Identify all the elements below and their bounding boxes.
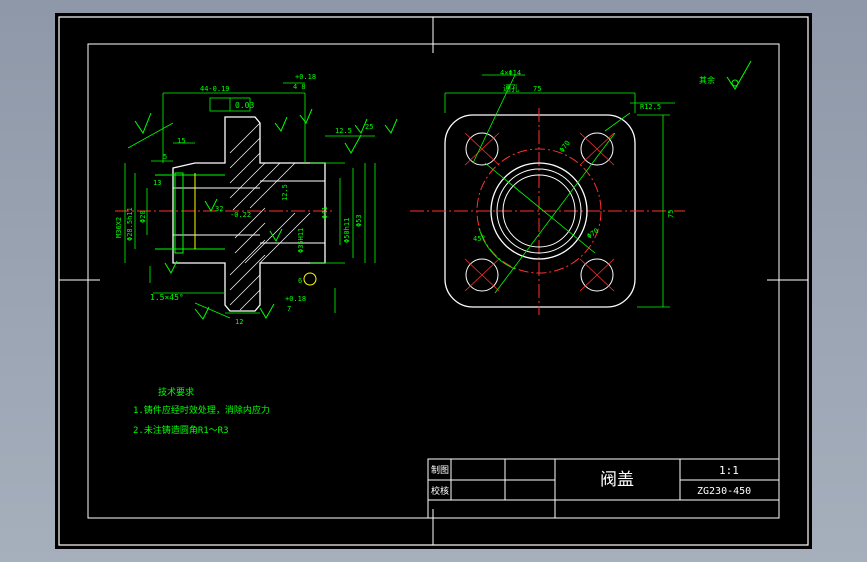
thread-relief [174, 172, 184, 254]
front-view: 4×Φ14 通孔 75 R12.5 Φ70 45° Φ70 75 其余 [410, 60, 752, 315]
dim-12-5-vert: 12.5 [281, 184, 289, 201]
tech-heading: 技术要求 [158, 386, 194, 398]
roughness-symbols [134, 108, 398, 320]
drawn-label: 制图 [431, 464, 449, 476]
dim-dia70: Φ70 [558, 139, 572, 154]
roughness-general-symbol [726, 60, 752, 90]
dim-d53: Φ53 [355, 214, 363, 227]
dim-d41: Φ41 [321, 206, 329, 219]
tech-item-1: 1.铸件应经时效处理，消除内应力 [133, 404, 270, 416]
dim-45deg: 45° [473, 235, 486, 243]
roughness-12-5: 12.5 [335, 127, 352, 135]
tech-requirements: 技术要求 1.铸件应经时效处理，消除内应力 2.未注铸造圆角R1～R3 [133, 386, 270, 436]
dim-22: -0.22 [230, 211, 251, 219]
dim-75-horizontal: 75 [533, 85, 541, 93]
dim-r12-5: R12.5 [640, 103, 661, 111]
dim-chamfer: 1.5×45° [150, 293, 184, 302]
dim-top-eight: 4 8 [293, 83, 306, 91]
section-view: 44-0.19 +0.18 4 8 0.03 12.5 25 15 5 13 M… [115, 73, 398, 326]
dim-13: 13 [153, 179, 161, 187]
flatness-value: 0.03 [235, 101, 254, 110]
dim-tol-18b: +0.18 [285, 295, 306, 303]
drawing-canvas[interactable]: 44-0.19 +0.18 4 8 0.03 12.5 25 15 5 13 M… [55, 13, 812, 549]
checked-label: 校核 [431, 485, 449, 497]
dim-5: 5 [163, 153, 167, 161]
dim-12: 12 [235, 318, 243, 326]
dim-6: 6 [298, 277, 302, 285]
dim-7: 7 [287, 305, 291, 313]
roughness-25: 25 [365, 123, 373, 131]
dim-m36: M36X2 [115, 217, 123, 238]
dim-top-tol: +0.18 [295, 73, 316, 81]
dim-15: 15 [177, 137, 185, 145]
tech-item-2: 2.未注铸造圆角R1～R3 [133, 424, 229, 436]
dim-75-vertical: 75 [667, 210, 675, 218]
dim-d35: Φ35H11 [297, 228, 305, 253]
dim-d50: Φ50h11 [343, 218, 351, 243]
dim-through-label: 通孔 [503, 83, 519, 93]
dim-holes: 4×Φ14 [500, 69, 521, 77]
cad-application-window: 44-0.19 +0.18 4 8 0.03 12.5 25 15 5 13 M… [0, 0, 867, 562]
dim-top-len: 44-0.19 [200, 85, 230, 93]
dim-d20: Φ20 [139, 210, 147, 223]
sheet-inner-frame [87, 43, 780, 519]
title-block: 制图 校核 阀盖 1:1 ZG230-450 [427, 458, 780, 519]
scale-value: 1:1 [719, 464, 739, 477]
cad-drawing-svg: 44-0.19 +0.18 4 8 0.03 12.5 25 15 5 13 M… [58, 16, 809, 546]
material-value: ZG230-450 [697, 486, 751, 497]
dim-d28: Φ28.5h11 [126, 207, 134, 241]
dim-32: 32 [215, 205, 223, 213]
section-dimension-lines [124, 82, 376, 319]
part-name: 阀盖 [600, 470, 634, 490]
balloon-marker [303, 272, 317, 286]
roughness-note-text: 其余 [699, 75, 715, 85]
